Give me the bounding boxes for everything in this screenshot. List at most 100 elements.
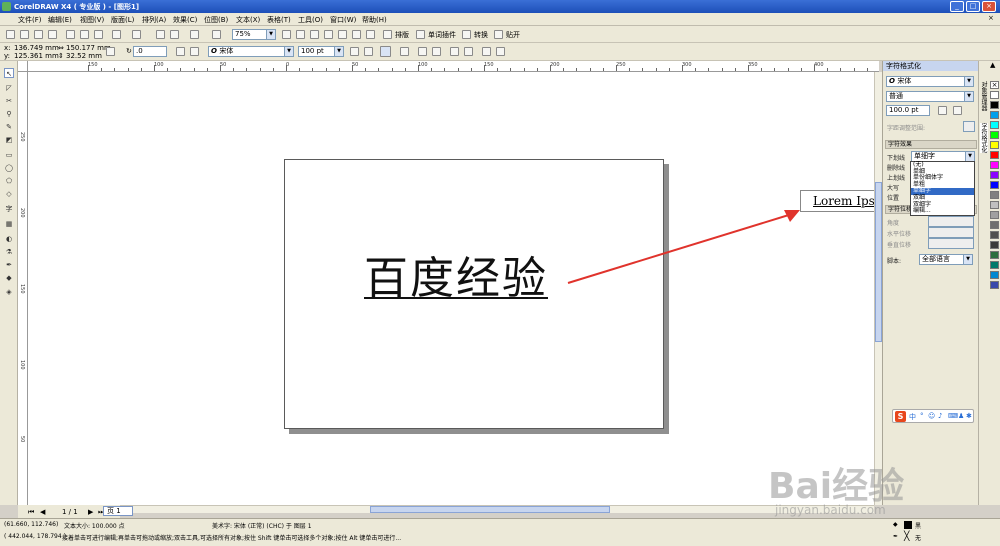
- palette-swatch[interactable]: [990, 131, 999, 139]
- menu-window[interactable]: 窗口(W): [330, 15, 356, 25]
- palette-swatch[interactable]: [990, 191, 999, 199]
- welcome-screen-icon[interactable]: [212, 30, 221, 39]
- menu-tools[interactable]: 工具(O): [298, 15, 323, 25]
- menu-bitmaps[interactable]: 位图(B): [204, 15, 228, 25]
- palette-swatch[interactable]: [990, 231, 999, 239]
- horizontal-scroll-thumb[interactable]: [370, 506, 610, 513]
- underline-icon[interactable]: [380, 46, 391, 57]
- palette-swatch[interactable]: [990, 201, 999, 209]
- palette-swatch[interactable]: [990, 221, 999, 229]
- palette-swatch[interactable]: [990, 211, 999, 219]
- align-left-icon[interactable]: [400, 47, 409, 56]
- redo-icon[interactable]: [132, 30, 141, 39]
- paste-open-button[interactable]: 贴开: [506, 30, 520, 40]
- palette-swatch[interactable]: [990, 271, 999, 279]
- vertical-scroll-thumb[interactable]: [875, 182, 882, 342]
- rectangle-tool-icon[interactable]: ▭: [4, 150, 14, 160]
- zoom-page-icon[interactable]: [338, 30, 347, 39]
- menu-help[interactable]: 帮助(H): [362, 15, 387, 25]
- font-size-combo[interactable]: 100 pt ▼: [298, 46, 344, 57]
- zoom-all-icon[interactable]: [324, 30, 333, 39]
- previous-page-icon[interactable]: ◀: [40, 508, 45, 516]
- palette-swatch[interactable]: [990, 161, 999, 169]
- polygon-tool-icon[interactable]: ⬠: [4, 176, 14, 186]
- chinese-mode-icon[interactable]: 中: [909, 412, 916, 422]
- palette-scroll-up-icon[interactable]: ▲: [990, 61, 995, 69]
- palette-swatch[interactable]: [990, 261, 999, 269]
- docker-color-icon[interactable]: [953, 106, 962, 115]
- export-icon[interactable]: [170, 30, 179, 39]
- script-combo[interactable]: 全部语言 ▼: [919, 254, 973, 265]
- horizontal-ruler[interactable]: 150 100 50 0 50 100 150 200 250 300 350 400: [28, 61, 879, 72]
- palette-swatch[interactable]: [990, 171, 999, 179]
- punctuation-icon[interactable]: °: [920, 412, 924, 420]
- lock-ratio-icon[interactable]: [106, 47, 115, 56]
- character-formatting-icon[interactable]: [450, 47, 459, 56]
- interactive-fill-tool-icon[interactable]: ◈: [4, 287, 14, 297]
- docker-size-field[interactable]: 100.0 pt: [886, 105, 930, 116]
- underline-option[interactable]: 编辑...: [911, 208, 974, 215]
- paste-icon[interactable]: [94, 30, 103, 39]
- convert-button[interactable]: 转换: [474, 30, 488, 40]
- zoom-out-icon[interactable]: [296, 30, 305, 39]
- ruler-origin[interactable]: [18, 61, 28, 72]
- drop-cap-icon[interactable]: [432, 47, 441, 56]
- vertical-ruler[interactable]: 250 200 150 100 50: [18, 72, 28, 505]
- open-icon[interactable]: [20, 30, 29, 39]
- next-page-icon[interactable]: ▶: [88, 508, 93, 516]
- menu-table[interactable]: 表格(T): [267, 15, 291, 25]
- kerning-range-field[interactable]: [963, 121, 975, 132]
- vertical-text-icon[interactable]: [496, 47, 505, 56]
- menu-text[interactable]: 文本(X): [236, 15, 260, 25]
- menu-arrange[interactable]: 排列(A): [142, 15, 166, 25]
- palette-swatch[interactable]: [990, 101, 999, 109]
- word-plugin-button[interactable]: 单词插件: [428, 30, 456, 40]
- palette-swatch[interactable]: [990, 281, 999, 289]
- doc-close-icon[interactable]: ×: [988, 14, 994, 22]
- width-field[interactable]: 150.177 mm: [66, 44, 111, 52]
- skin-icon[interactable]: ♟: [958, 412, 964, 420]
- palette-swatch[interactable]: [990, 121, 999, 129]
- close-button[interactable]: ×: [982, 1, 996, 12]
- table-tool-icon[interactable]: ▦: [4, 219, 14, 229]
- y-position-field[interactable]: 125.361 mm: [14, 52, 59, 60]
- mirror-horizontal-icon[interactable]: [176, 47, 185, 56]
- typeset-icon[interactable]: [383, 30, 392, 39]
- character-formatting-tab[interactable]: 字符格式化: [980, 123, 988, 153]
- horizontal-scrollbar[interactable]: [120, 505, 874, 513]
- character-effects-section[interactable]: 字符效果: [885, 140, 977, 149]
- zoom-selected-icon[interactable]: [310, 30, 319, 39]
- voice-icon[interactable]: ♪: [938, 412, 942, 420]
- text-tool-icon[interactable]: 字: [4, 204, 14, 214]
- save-icon[interactable]: [34, 30, 43, 39]
- edit-text-icon[interactable]: [464, 47, 473, 56]
- artistic-text-object[interactable]: 百度经验: [364, 242, 548, 306]
- mirror-vertical-icon[interactable]: [190, 47, 199, 56]
- vertical-scrollbar[interactable]: [874, 72, 882, 505]
- shape-tool-icon[interactable]: ◸: [4, 83, 14, 93]
- palette-swatch[interactable]: [990, 181, 999, 189]
- bold-icon[interactable]: [350, 47, 359, 56]
- palette-swatch[interactable]: [990, 141, 999, 149]
- zoom-tool-icon[interactable]: ⚲: [4, 109, 14, 119]
- interactive-blend-tool-icon[interactable]: ◐: [4, 234, 14, 244]
- font-list-combo[interactable]: O 宋体 ▼: [208, 46, 294, 57]
- italic-icon[interactable]: [364, 47, 373, 56]
- docker-underline-icon[interactable]: [938, 106, 947, 115]
- print-icon[interactable]: [48, 30, 57, 39]
- sogou-ime-icon[interactable]: S: [895, 411, 906, 422]
- zoom-in-icon[interactable]: [282, 30, 291, 39]
- menu-file[interactable]: 文件(F): [18, 15, 42, 25]
- convert-icon[interactable]: [462, 30, 471, 39]
- cut-icon[interactable]: [66, 30, 75, 39]
- menu-layout[interactable]: 版面(L): [111, 15, 134, 25]
- zoom-level-combo[interactable]: 75% ▼: [232, 29, 276, 40]
- freehand-tool-icon[interactable]: ✎: [4, 122, 14, 132]
- minimize-button[interactable]: _: [950, 1, 964, 12]
- docker-style-combo[interactable]: 普通 ▼: [886, 91, 974, 102]
- smart-fill-tool-icon[interactable]: ◩: [4, 135, 14, 145]
- shift-angle-field[interactable]: [928, 216, 974, 227]
- menu-view[interactable]: 视图(V): [80, 15, 104, 25]
- eyedropper-tool-icon[interactable]: ⚗: [4, 247, 14, 257]
- zoom-width-icon[interactable]: [352, 30, 361, 39]
